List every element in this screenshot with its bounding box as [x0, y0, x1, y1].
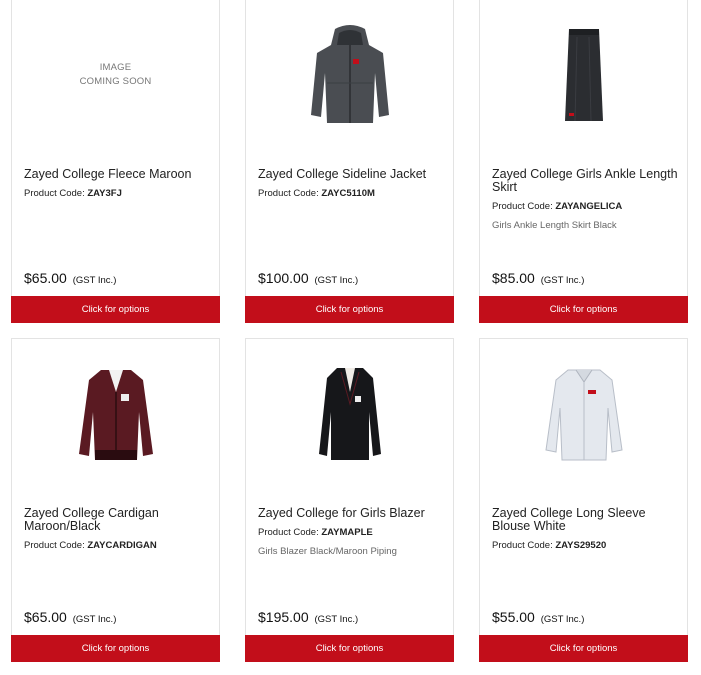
product-code-value: ZAYCARDIGAN [87, 540, 157, 551]
price-value: $55.00 [492, 609, 535, 625]
product-description: Girls Ankle Length Skirt Black [492, 220, 617, 231]
product-code-label: Product Code: [24, 188, 85, 199]
blazer-image[interactable] [246, 339, 453, 489]
product-code-label: Product Code: [492, 201, 553, 212]
jacket-image-icon [310, 24, 389, 123]
product-code: Product Code: ZAYCARDIGAN [24, 540, 211, 551]
product-code-label: Product Code: [258, 188, 319, 199]
skirt-image-icon [564, 29, 603, 122]
product-title[interactable]: Zayed College Cardigan Maroon/Black [24, 507, 211, 533]
product-card-blazer[interactable]: Zayed College for Girls Blazer Product C… [245, 338, 454, 662]
click-for-options-button[interactable]: Click for options [11, 296, 220, 323]
product-code-value: ZAYANGELICA [555, 201, 623, 212]
click-for-options-button[interactable]: Click for options [479, 635, 688, 662]
product-price: $100.00 (GST Inc.) [258, 270, 358, 286]
gst-label: (GST Inc.) [540, 614, 585, 625]
product-price: $65.00 (GST Inc.) [24, 609, 116, 625]
product-code-value: ZAYS29520 [555, 540, 607, 551]
product-code-label: Product Code: [258, 527, 319, 538]
product-code-label: Product Code: [492, 540, 553, 551]
image-coming-soon-text: IMAGE COMING SOON [80, 61, 152, 89]
skirt-image[interactable] [480, 0, 687, 150]
product-card-cardigan[interactable]: Zayed College Cardigan Maroon/Black Prod… [11, 338, 220, 662]
product-card-ankle-skirt[interactable]: Zayed College Girls Ankle Length Skirt P… [479, 0, 688, 323]
blouse-image-icon [544, 369, 623, 461]
image-text-line2: COMING SOON [79, 76, 152, 87]
product-code-label: Product Code: [24, 540, 85, 551]
product-image-placeholder[interactable]: IMAGE COMING SOON [12, 0, 219, 150]
product-code-value: ZAY3FJ [87, 188, 122, 199]
price-value: $100.00 [258, 270, 309, 286]
product-code: Product Code: ZAYC5110M [258, 188, 445, 199]
product-card-fleece[interactable]: IMAGE COMING SOON Zayed College Fleece M… [11, 0, 220, 323]
product-title[interactable]: Zayed College Fleece Maroon [24, 168, 211, 181]
gst-label: (GST Inc.) [540, 275, 585, 286]
blazer-image-icon [318, 368, 381, 460]
image-text-line1: IMAGE [99, 62, 132, 73]
product-price: $65.00 (GST Inc.) [24, 270, 116, 286]
click-for-options-button[interactable]: Click for options [479, 296, 688, 323]
price-value: $65.00 [24, 609, 67, 625]
gst-label: (GST Inc.) [314, 614, 359, 625]
cardigan-image[interactable] [12, 339, 219, 489]
cardigan-image-icon [78, 370, 153, 460]
product-card-blouse[interactable]: Zayed College Long Sleeve Blouse White P… [479, 338, 688, 662]
product-code: Product Code: ZAYANGELICA [492, 201, 679, 212]
product-title[interactable]: Zayed College Sideline Jacket [258, 168, 445, 181]
product-title[interactable]: Zayed College Long Sleeve Blouse White [492, 507, 679, 533]
product-price: $195.00 (GST Inc.) [258, 609, 358, 625]
blouse-image[interactable] [480, 339, 687, 489]
product-code: Product Code: ZAYS29520 [492, 540, 679, 551]
price-value: $85.00 [492, 270, 535, 286]
product-price: $55.00 (GST Inc.) [492, 609, 584, 625]
product-card-sideline-jacket[interactable]: Zayed College Sideline Jacket Product Co… [245, 0, 454, 323]
product-price: $85.00 (GST Inc.) [492, 270, 584, 286]
click-for-options-button[interactable]: Click for options [11, 635, 220, 662]
price-value: $65.00 [24, 270, 67, 286]
price-value: $195.00 [258, 609, 309, 625]
gst-label: (GST Inc.) [314, 275, 359, 286]
gst-label: (GST Inc.) [72, 275, 117, 286]
product-description: Girls Blazer Black/Maroon Piping [258, 546, 397, 557]
product-code: Product Code: ZAYMAPLE [258, 527, 445, 538]
product-code: Product Code: ZAY3FJ [24, 188, 211, 199]
product-title[interactable]: Zayed College for Girls Blazer [258, 507, 445, 520]
product-code-value: ZAYC5110M [321, 188, 375, 199]
jacket-image[interactable] [246, 0, 453, 150]
product-title[interactable]: Zayed College Girls Ankle Length Skirt [492, 168, 679, 194]
click-for-options-button[interactable]: Click for options [245, 296, 454, 323]
gst-label: (GST Inc.) [72, 614, 117, 625]
click-for-options-button[interactable]: Click for options [245, 635, 454, 662]
product-code-value: ZAYMAPLE [321, 527, 373, 538]
